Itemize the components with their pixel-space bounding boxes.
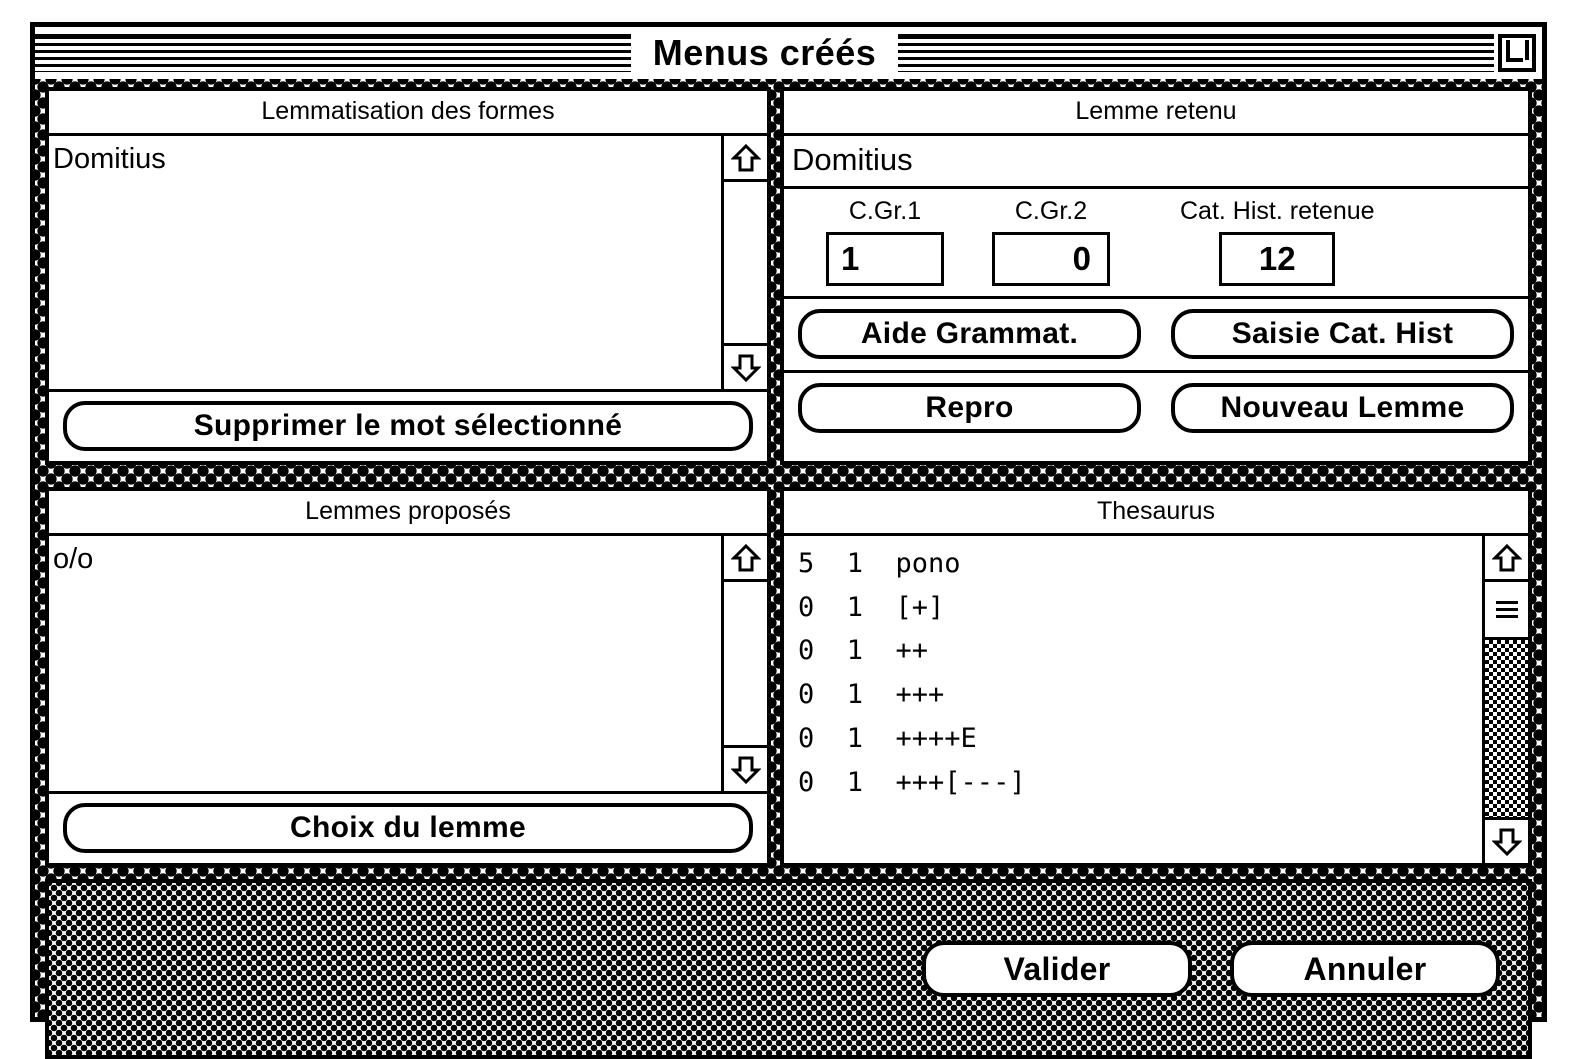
field-cgr2-label: C.Gr.2	[1014, 197, 1088, 225]
panel-grid: Lemmatisation des formes Domitius Suppri…	[45, 87, 1532, 867]
field-cgr1-label: C.Gr.1	[848, 197, 922, 225]
title-bar-stripes-left	[35, 34, 631, 72]
table-row[interactable]: 0 1 +++[---]	[798, 761, 1482, 805]
list-item[interactable]: o/o	[53, 538, 721, 580]
lemme-retenu-panel: Lemme retenu Domitius C.Gr.1 1 C.Gr.2 0 …	[780, 87, 1532, 465]
choix-du-lemme-button[interactable]: Choix du lemme	[63, 803, 753, 853]
field-cat-hist: Cat. Hist. retenue 12	[1180, 197, 1375, 286]
arrow-up-icon[interactable]	[1485, 536, 1528, 582]
arrow-up-icon[interactable]	[724, 136, 767, 182]
lemmes-proposes-button-row: Choix du lemme	[49, 794, 767, 863]
lemmatisation-button-row: Supprimer le mot sélectionné	[49, 392, 767, 461]
window-title: Menus créés	[630, 32, 899, 74]
lemmes-proposes-panel-title: Lemmes proposés	[49, 491, 767, 536]
lemma-buttons-row: Repro Nouveau Lemme	[784, 373, 1528, 444]
table-row[interactable]: 0 1 ++++E	[798, 717, 1482, 761]
delete-selected-word-button[interactable]: Supprimer le mot sélectionné	[63, 401, 753, 451]
field-cgr1: C.Gr.1 1	[826, 197, 944, 286]
title-bar[interactable]: Menus créés	[35, 27, 1542, 84]
lemmatisation-list[interactable]: Domitius	[49, 136, 721, 389]
field-cat-hist-input[interactable]: 12	[1219, 232, 1336, 286]
arrow-down-icon[interactable]	[1485, 817, 1528, 863]
table-row[interactable]: 0 1 [+]	[798, 586, 1482, 630]
zoom-box-icon[interactable]	[1498, 34, 1537, 72]
scrollbar-track[interactable]	[1485, 582, 1528, 817]
scrollbar-thumb[interactable]	[1485, 582, 1528, 640]
title-bar-stripes-right	[898, 34, 1495, 72]
list-item[interactable]: Domitius	[53, 138, 721, 180]
table-row[interactable]: 0 1 +++	[798, 673, 1482, 717]
lemmes-proposes-list-wrap: o/o	[49, 536, 767, 794]
saisie-cat-hist-button[interactable]: Saisie Cat. Hist	[1171, 309, 1514, 359]
scrollbar-grip-icon	[1495, 601, 1518, 618]
scrollbar-track[interactable]	[724, 182, 767, 343]
field-cgr2-input[interactable]: 0	[992, 232, 1110, 286]
lemmes-proposes-list[interactable]: o/o	[49, 536, 721, 791]
lemmatisation-scrollbar[interactable]	[721, 136, 767, 389]
field-cgr2: C.Gr.2 0	[992, 197, 1110, 286]
thesaurus-scrollbar[interactable]	[1482, 536, 1528, 863]
thesaurus-panel-title: Thesaurus	[784, 491, 1528, 536]
lemmatisation-panel-title: Lemmatisation des formes	[49, 91, 767, 136]
field-cat-hist-label: Cat. Hist. retenue	[1180, 197, 1375, 225]
grammar-buttons-row: Aide Grammat. Saisie Cat. Hist	[784, 299, 1528, 373]
lemmes-proposes-panel: Lemmes proposés o/o Choix du lemme	[45, 487, 771, 867]
arrow-down-icon[interactable]	[724, 745, 767, 791]
dialog-body: Lemmatisation des formes Domitius Suppri…	[35, 79, 1542, 1059]
thesaurus-list[interactable]: 5 1 pono 0 1 [+] 0 1 ++ 0 1 +++ 0 1 ++++…	[784, 536, 1482, 863]
table-row[interactable]: 0 1 ++	[798, 629, 1482, 673]
field-cgr1-input[interactable]: 1	[826, 232, 944, 286]
thesaurus-panel: Thesaurus 5 1 pono 0 1 [+] 0 1 ++ 0 1 ++…	[780, 487, 1532, 867]
scrollbar-track[interactable]	[724, 582, 767, 745]
action-bar: Valider Annuler	[45, 879, 1532, 1059]
category-fields-row: C.Gr.1 1 C.Gr.2 0 Cat. Hist. retenue 12	[784, 189, 1528, 299]
lemme-retenu-value[interactable]: Domitius	[784, 136, 1528, 189]
lemmatisation-panel: Lemmatisation des formes Domitius Suppri…	[45, 87, 771, 465]
arrow-up-icon[interactable]	[724, 536, 767, 582]
nouveau-lemme-button[interactable]: Nouveau Lemme	[1171, 383, 1514, 433]
scrollbar-track-fill[interactable]	[1485, 640, 1528, 817]
table-row[interactable]: 5 1 pono	[798, 542, 1482, 586]
lemmes-proposes-scrollbar[interactable]	[721, 536, 767, 791]
thesaurus-list-wrap: 5 1 pono 0 1 [+] 0 1 ++ 0 1 +++ 0 1 ++++…	[784, 536, 1528, 863]
lemmatisation-list-wrap: Domitius	[49, 136, 767, 392]
lemme-retenu-panel-title: Lemme retenu	[784, 91, 1528, 136]
validate-button[interactable]: Valider	[922, 941, 1192, 997]
arrow-down-icon[interactable]	[724, 343, 767, 389]
cancel-button[interactable]: Annuler	[1230, 941, 1500, 997]
repro-button[interactable]: Repro	[798, 383, 1141, 433]
aide-grammat-button[interactable]: Aide Grammat.	[798, 309, 1141, 359]
dialog-window: Menus créés Lemmatisation des formes Dom…	[30, 22, 1547, 1059]
